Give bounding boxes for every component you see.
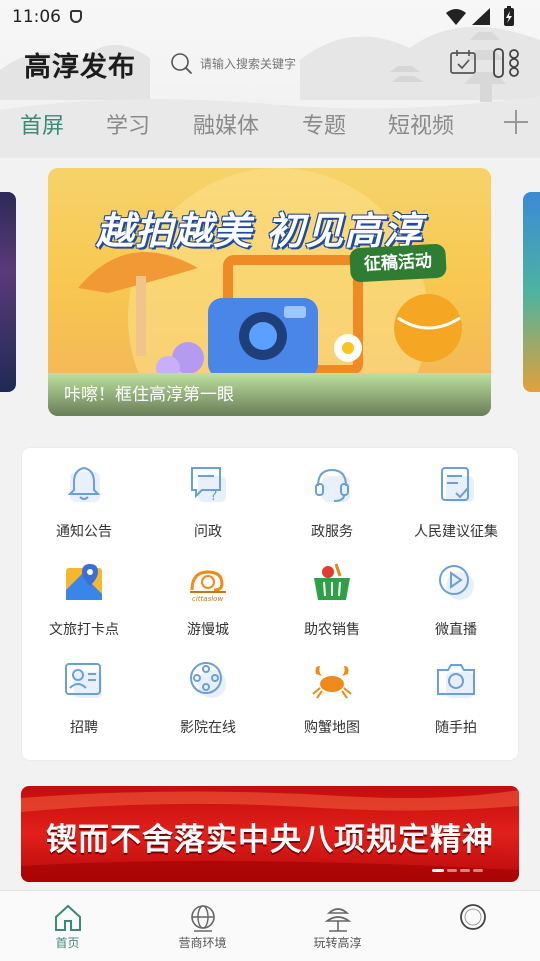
live-play-icon bbox=[439, 565, 474, 600]
checkin-calendar-icon[interactable] bbox=[448, 47, 478, 77]
tab-home-screen[interactable]: 首屏 bbox=[20, 108, 64, 140]
carousel-indicator bbox=[429, 857, 483, 876]
nav-home[interactable]: 首页 bbox=[0, 891, 135, 961]
home-icon bbox=[55, 904, 81, 931]
service-label: 招聘 bbox=[70, 720, 98, 736]
banner-card[interactable]: 越拍越美 初见高淳 征稿活动 咔嚓！框住高淳第一眼 bbox=[48, 168, 491, 416]
service-snapshot[interactable]: 随手拍 bbox=[394, 644, 518, 742]
service-label: 微直播 bbox=[435, 622, 477, 638]
id-card-icon bbox=[65, 663, 102, 698]
indicator-dot bbox=[447, 869, 457, 872]
service-grid: 通知公告 ? 问政 政服务 人民建议征集 文旅打卡点 cittaslow 游慢城… bbox=[22, 448, 518, 760]
service-label: 随手拍 bbox=[435, 720, 477, 736]
status-bar: 11:06 bbox=[0, 0, 540, 34]
profile-circle-icon bbox=[460, 904, 486, 930]
service-label: 文旅打卡点 bbox=[49, 622, 119, 638]
system-status-icons bbox=[446, 6, 514, 26]
service-farm-sales[interactable]: 助农销售 bbox=[270, 546, 394, 644]
service-notices[interactable]: 通知公告 bbox=[22, 448, 146, 546]
service-suggestions[interactable]: 人民建议征集 bbox=[394, 448, 518, 546]
service-culture-checkin[interactable]: 文旅打卡点 bbox=[22, 546, 146, 644]
nav-explore-gaochun[interactable]: 玩转高淳 bbox=[270, 891, 405, 961]
service-label: 助农销售 bbox=[304, 622, 360, 638]
bell-icon bbox=[67, 466, 101, 502]
headset-icon bbox=[315, 468, 350, 502]
svg-text:?: ? bbox=[210, 488, 217, 504]
film-reel-icon bbox=[190, 662, 226, 698]
add-channel-icon[interactable] bbox=[500, 106, 532, 138]
app-title: 高淳发布 bbox=[24, 52, 136, 83]
banner-carousel[interactable]: 越拍越美 初见高淳 征稿活动 咔嚓！框住高淳第一眼 bbox=[0, 168, 540, 418]
nav-label: 玩转高淳 bbox=[313, 936, 362, 950]
bottom-nav: 首页 营商环境 玩转高淳 bbox=[0, 890, 540, 961]
produce-basket-icon bbox=[314, 563, 350, 600]
banner-caption: 咔嚓！框住高淳第一眼 bbox=[64, 385, 234, 405]
indicator-dot bbox=[460, 869, 470, 872]
service-inquiry[interactable]: ? 问政 bbox=[146, 448, 270, 546]
service-label: 问政 bbox=[194, 524, 222, 540]
wifi-icon bbox=[446, 9, 466, 25]
indicator-dot bbox=[473, 869, 483, 872]
search-icon bbox=[171, 53, 192, 74]
nav-label: 营商环境 bbox=[178, 936, 227, 950]
pagoda-icon bbox=[324, 908, 352, 932]
next-banner-peek[interactable] bbox=[523, 192, 540, 392]
nav-label: 首页 bbox=[55, 936, 80, 950]
cittaslow-logo-text: cittaslow bbox=[192, 595, 223, 603]
tab-study[interactable]: 学习 bbox=[106, 108, 150, 140]
service-live-stream[interactable]: 微直播 bbox=[394, 546, 518, 644]
checklist-icon bbox=[441, 467, 474, 502]
service-slow-city[interactable]: cittaslow 游慢城 bbox=[146, 546, 270, 644]
service-label: 通知公告 bbox=[56, 524, 112, 540]
question-chat-icon: ? bbox=[191, 467, 226, 504]
service-label: 游慢城 bbox=[187, 622, 229, 638]
previous-banner-peek[interactable] bbox=[0, 192, 16, 392]
menu-grid-icon[interactable] bbox=[492, 46, 522, 80]
signal-icon bbox=[472, 8, 490, 25]
crab-icon bbox=[312, 666, 352, 699]
tab-media[interactable]: 融媒体 bbox=[193, 108, 259, 140]
tab-short-video[interactable]: 短视频 bbox=[388, 108, 454, 140]
service-crab-map[interactable]: 购蟹地图 bbox=[270, 644, 394, 742]
nav-business-environment[interactable]: 营商环境 bbox=[135, 891, 270, 961]
channel-tabs: 首屏 学习 融媒体 专题 短视频 bbox=[0, 108, 540, 148]
header-area: 11:06 高淳发布 首屏 学习 融媒体 专题 短视频 bbox=[0, 0, 540, 158]
snail-icon: cittaslow bbox=[190, 570, 226, 603]
tab-topics[interactable]: 专题 bbox=[302, 108, 346, 140]
service-label: 人民建议征集 bbox=[414, 524, 498, 540]
slogan-banner[interactable]: 锲而不舍落实中央八项规定精神 bbox=[21, 786, 519, 882]
service-cinema[interactable]: 影院在线 bbox=[146, 644, 270, 742]
banner-tag: 征稿活动 bbox=[349, 243, 447, 283]
globe-icon bbox=[191, 905, 215, 932]
indicator-dot bbox=[432, 869, 444, 872]
status-time: 11:06 bbox=[12, 7, 61, 27]
service-label: 购蟹地图 bbox=[304, 720, 360, 736]
shield-icon bbox=[70, 10, 82, 23]
map-pin-icon bbox=[66, 564, 102, 600]
service-label: 政服务 bbox=[311, 524, 353, 540]
service-jobs[interactable]: 招聘 bbox=[22, 644, 146, 742]
search-bar[interactable] bbox=[170, 52, 380, 76]
camera-icon bbox=[437, 664, 475, 698]
service-gov-services[interactable]: 政服务 bbox=[270, 448, 394, 546]
nav-profile[interactable] bbox=[405, 891, 540, 961]
slogan-text: 锲而不舍落实中央八项规定精神 bbox=[46, 822, 494, 858]
service-label: 影院在线 bbox=[180, 720, 236, 736]
search-input[interactable] bbox=[198, 53, 372, 75]
